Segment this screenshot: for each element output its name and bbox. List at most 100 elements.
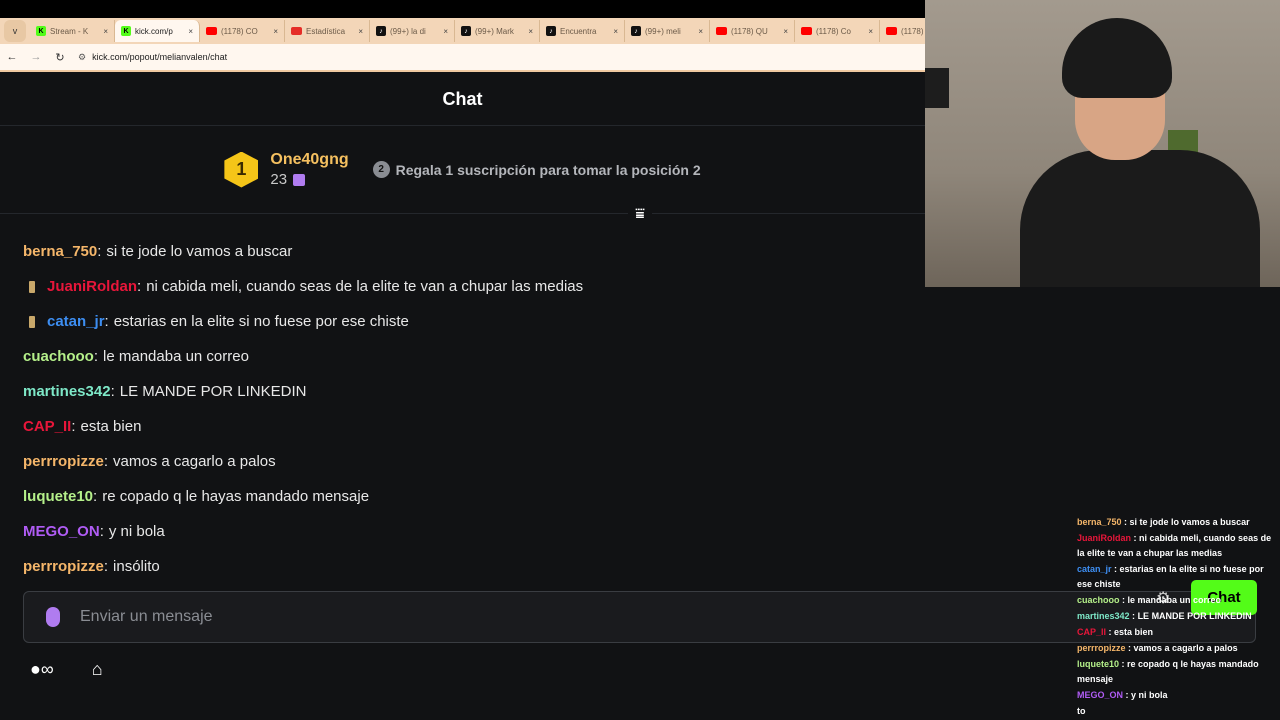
chat-message: berna_750 : si te jode lo vamos a buscar bbox=[1077, 515, 1280, 530]
message-username[interactable]: luquete10 bbox=[23, 488, 93, 505]
message-username[interactable]: perrropizze bbox=[23, 558, 104, 575]
overlay-trailing-text: to bbox=[1077, 706, 1086, 716]
forward-button[interactable]: → bbox=[24, 51, 48, 63]
chat-message: luquete10: re copado q le hayas mandado … bbox=[23, 479, 903, 514]
browser-tab[interactable]: (1178) Co × bbox=[795, 20, 880, 42]
message-separator: : bbox=[1125, 643, 1132, 653]
top-gifter[interactable]: One40gng 23 bbox=[270, 151, 348, 188]
browser-tab[interactable]: Kkick.com/p × bbox=[115, 20, 200, 42]
message-separator: : bbox=[93, 488, 98, 505]
chat-message: CAP_II: esta bien bbox=[23, 409, 903, 444]
message-text: esta bien bbox=[80, 418, 142, 435]
chat-page: Chat 1 One40gng 23 2 Regala 1 suscripció… bbox=[0, 74, 1256, 720]
message-username[interactable]: CAP_II bbox=[23, 418, 71, 435]
tab-strip: v K Stream - K × Kkick.com/p × (1178) CO × Esta… bbox=[0, 18, 925, 44]
back-button[interactable]: ← bbox=[0, 51, 24, 63]
message-separator: : bbox=[1119, 595, 1126, 605]
message-username[interactable]: MEGO_ON bbox=[23, 523, 100, 540]
top-gifter-banner: 1 One40gng 23 2 Regala 1 suscripción par… bbox=[0, 126, 925, 214]
browser-tab[interactable]: (1178) CO × bbox=[200, 20, 285, 42]
chat-message: cuachooo: le mandaba un correo bbox=[23, 339, 903, 374]
top-gifter-username[interactable]: One40gng bbox=[270, 151, 348, 169]
message-username[interactable]: catan_jr bbox=[1077, 564, 1112, 574]
tab-close-icon[interactable]: × bbox=[358, 27, 363, 36]
browser-tab[interactable]: K Stream - K × bbox=[30, 20, 115, 42]
browser-tab[interactable]: ♪ (99+) meli × bbox=[625, 20, 710, 42]
message-separator: : bbox=[1111, 564, 1118, 574]
tab-close-icon[interactable]: × bbox=[868, 27, 873, 36]
message-username[interactable]: JuaniRoldan bbox=[1077, 533, 1131, 543]
tab-close-icon[interactable]: × bbox=[188, 27, 193, 36]
chat-message: berna_750: si te jode lo vamos a buscar bbox=[23, 234, 903, 269]
tab-close-icon[interactable]: × bbox=[273, 27, 278, 36]
chat-header: Chat bbox=[0, 74, 925, 126]
message-text: esta bien bbox=[1114, 627, 1154, 637]
message-separator: : bbox=[93, 348, 99, 365]
chat-message: cuachooo : le mandaba un correo bbox=[1077, 593, 1280, 608]
collapse-banner-icon[interactable]: ⩸ bbox=[628, 204, 652, 226]
tab-close-icon[interactable]: × bbox=[103, 27, 108, 36]
message-username[interactable]: CAP_II bbox=[1077, 627, 1106, 637]
chat-message: perrropizze : vamos a cagarlo a palos bbox=[1077, 641, 1280, 656]
gift-icon bbox=[293, 173, 306, 186]
yt-favicon-icon bbox=[801, 27, 812, 35]
tab-close-icon[interactable]: × bbox=[443, 27, 448, 36]
message-username[interactable]: MEGO_ON bbox=[1077, 690, 1123, 700]
message-text: y ni bola bbox=[108, 523, 165, 540]
browser-tab[interactable]: ♪ Encuentra × bbox=[540, 20, 625, 42]
message-text: LE MANDE POR LINKEDIN bbox=[119, 383, 307, 400]
next-position-text: Regala 1 suscripción para tomar la posic… bbox=[395, 161, 701, 178]
message-username[interactable]: JuaniRoldan bbox=[47, 278, 137, 295]
message-text: vamos a cagarlo a palos bbox=[113, 453, 276, 470]
yt-favicon-icon bbox=[716, 27, 727, 35]
wall-poster bbox=[925, 68, 949, 108]
message-text: LE MANDE POR LINKEDIN bbox=[1137, 611, 1252, 621]
message-separator: : bbox=[1131, 533, 1137, 543]
browser-tab[interactable]: ♪ (99+) la di × bbox=[370, 20, 455, 42]
message-username[interactable]: martines342 bbox=[1077, 611, 1130, 621]
browser-tab[interactable]: (1178) QU × bbox=[710, 20, 795, 42]
message-username[interactable]: cuachooo bbox=[1077, 595, 1120, 605]
yt-favicon-icon bbox=[886, 27, 897, 35]
tt-favicon-icon: ♪ bbox=[631, 26, 641, 36]
message-separator: : bbox=[71, 418, 76, 435]
chat-message: catan_jr : estarias en la elite si no fu… bbox=[1077, 562, 1280, 592]
chat-message: perrropizze: vamos a cagarlo a palos bbox=[23, 444, 903, 479]
message-username[interactable]: cuachooo bbox=[23, 348, 94, 365]
next-position-hint[interactable]: 2 Regala 1 suscripción para tomar la pos… bbox=[372, 161, 701, 178]
tt-favicon-icon: ♪ bbox=[376, 26, 386, 36]
tab-label: (99+) Mark bbox=[475, 26, 514, 36]
chat-message: martines342 : LE MANDE POR LINKEDIN bbox=[1077, 609, 1280, 624]
browser-tab[interactable]: (1178) bbox=[880, 20, 925, 42]
url-field[interactable]: ⚙ kick.com/popout/melianvalen/chat bbox=[78, 47, 227, 67]
chat-message: catan_jr: estarias en la elite si no fue… bbox=[23, 304, 903, 339]
microphone-icon[interactable] bbox=[46, 607, 60, 627]
tab-close-icon[interactable]: × bbox=[528, 27, 533, 36]
message-username[interactable]: catan_jr bbox=[47, 313, 105, 330]
store-icon[interactable]: ⌂ bbox=[92, 659, 103, 680]
message-username[interactable]: berna_750 bbox=[1077, 517, 1122, 527]
tab-label: Stream - K bbox=[50, 26, 89, 36]
message-username[interactable]: martines342 bbox=[23, 383, 111, 400]
tab-label: Estadística bbox=[306, 26, 346, 36]
reload-button[interactable]: ↻ bbox=[48, 51, 72, 64]
browser-tab[interactable]: ♪ (99+) Mark × bbox=[455, 20, 540, 42]
browser-tab[interactable]: Estadística × bbox=[285, 20, 370, 42]
rank-badge-icon: 1 bbox=[224, 151, 259, 188]
tab-label: Encuentra bbox=[560, 26, 597, 36]
message-separator: : bbox=[103, 558, 109, 575]
site-info-icon[interactable]: ⚙ bbox=[78, 52, 86, 63]
tab-search-button[interactable]: v bbox=[4, 20, 26, 42]
tab-close-icon[interactable]: × bbox=[783, 27, 788, 36]
message-username[interactable]: perrropizze bbox=[1077, 643, 1126, 653]
message-separator: : bbox=[1129, 611, 1136, 621]
message-username[interactable]: perrropizze bbox=[23, 453, 104, 470]
message-username[interactable]: luquete10 bbox=[1077, 659, 1119, 669]
tab-close-icon[interactable]: × bbox=[698, 27, 703, 36]
tab-close-icon[interactable]: × bbox=[613, 27, 618, 36]
stat-favicon-icon bbox=[291, 27, 302, 35]
position-badge-icon: 2 bbox=[372, 161, 390, 178]
message-input[interactable] bbox=[80, 608, 680, 626]
message-username[interactable]: berna_750 bbox=[23, 243, 97, 260]
emotes-icon[interactable]: ●∞ bbox=[30, 659, 54, 680]
